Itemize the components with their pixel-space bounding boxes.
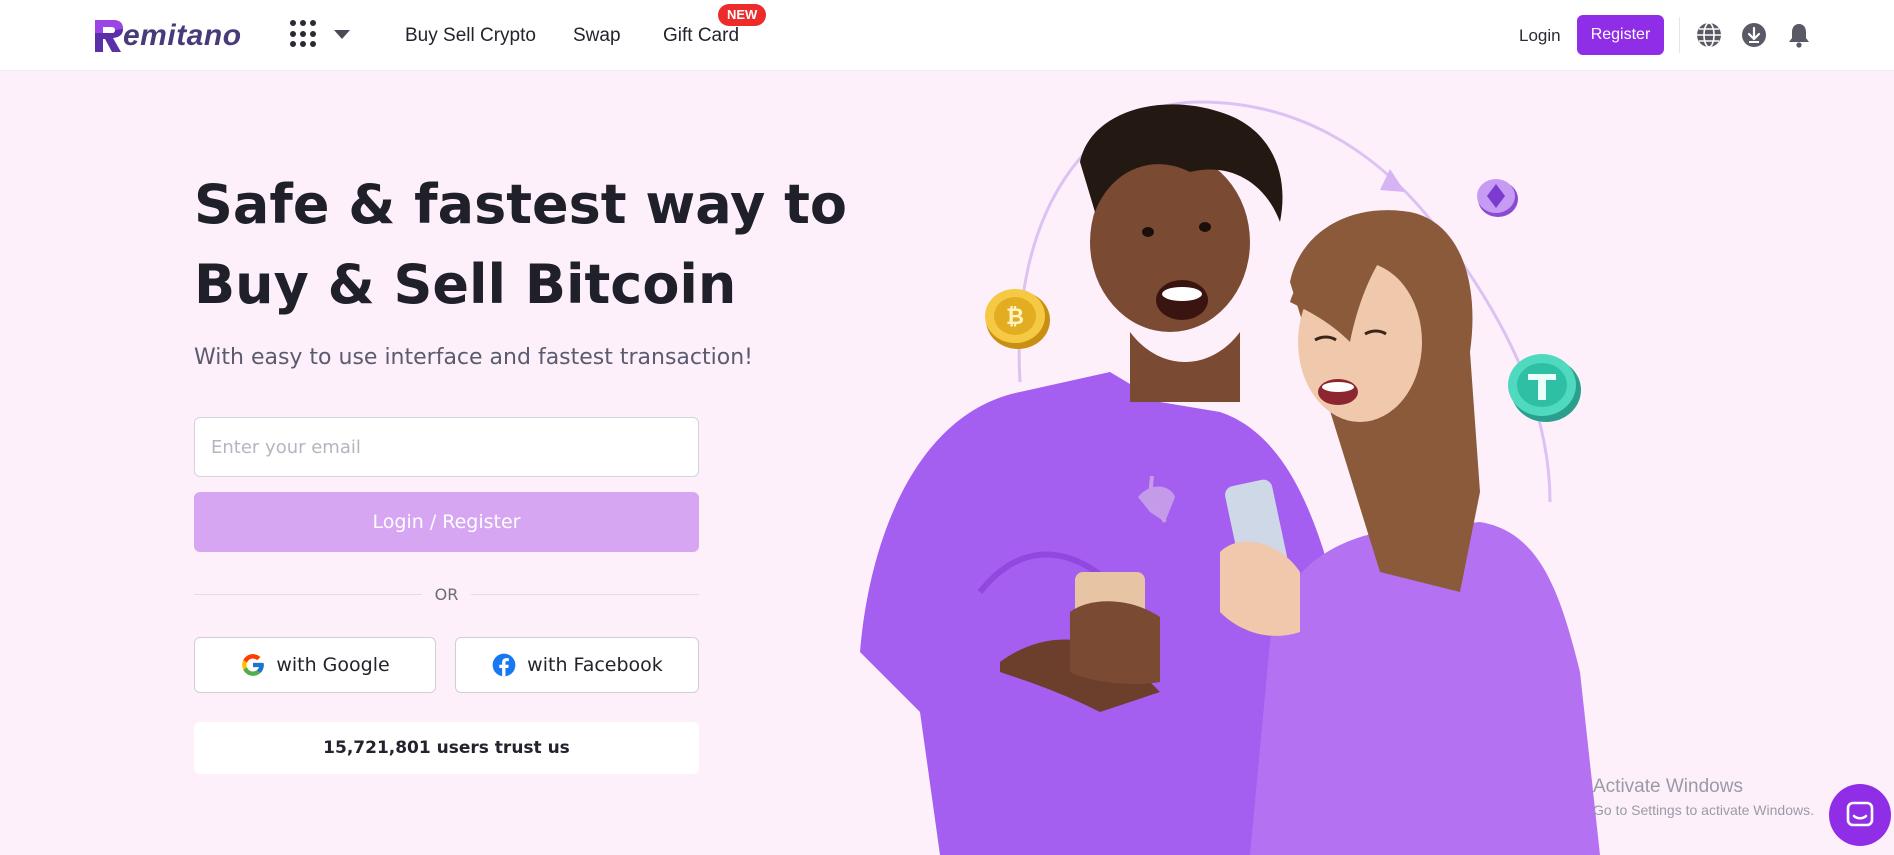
watermark-subtitle: Go to Settings to activate Windows. [1593,802,1814,818]
email-input[interactable] [194,417,699,477]
hero-illustration: ₿ [860,100,1600,855]
chat-icon [1846,801,1874,827]
google-icon [242,654,265,676]
facebook-icon [492,653,516,677]
hero-title-line-1: Safe & fastest way to [194,173,847,236]
nav-gift-card[interactable]: Gift Card [663,25,739,47]
login-register-button[interactable]: Login / Register [194,492,699,552]
hero-subtitle: With easy to use interface and fastest t… [194,345,753,370]
logo-wordmark: emitano [123,19,242,52]
register-button[interactable]: Register [1577,15,1664,55]
login-link[interactable]: Login [1519,26,1561,46]
watermark-title: Activate Windows [1593,776,1743,797]
globe-icon[interactable] [1695,21,1723,49]
nav-swap[interactable]: Swap [573,25,621,47]
svg-text:₿: ₿ [1006,305,1024,330]
bell-icon[interactable] [1785,21,1813,49]
users-trust-counter: 15,721,801 users trust us [194,722,699,774]
or-text: OR [434,585,459,604]
or-divider: OR [194,585,699,605]
windows-activation-watermark: Activate Windows Go to Settings to activ… [1593,776,1814,818]
google-login-button[interactable]: with Google [194,637,436,693]
remitano-logo[interactable]: emitano [93,14,242,54]
woman-figure [1220,210,1600,855]
download-icon[interactable] [1740,21,1768,49]
top-navbar: emitano Buy Sell Crypto Swap Gift Card N… [0,0,1894,71]
facebook-button-label: with Facebook [527,654,663,676]
hero-title: Safe & fastest way to Buy & Sell Bitcoin [194,165,847,325]
chevron-down-icon[interactable] [334,30,350,39]
new-badge: NEW [718,4,767,26]
facebook-login-button[interactable]: with Facebook [455,637,699,693]
nav-buy-sell-crypto[interactable]: Buy Sell Crypto [405,25,536,47]
header-divider [1679,17,1680,53]
apps-grid-icon[interactable] [290,20,318,48]
remitano-logo-mark [95,20,123,52]
support-chat-button[interactable] [1829,784,1891,846]
google-button-label: with Google [276,654,390,676]
bitcoin-coin-icon: ₿ [985,289,1050,349]
ethereum-coin-icon [1477,179,1518,217]
hero-title-line-2: Buy & Sell Bitcoin [194,253,737,316]
tether-coin-large-icon [1508,354,1581,422]
